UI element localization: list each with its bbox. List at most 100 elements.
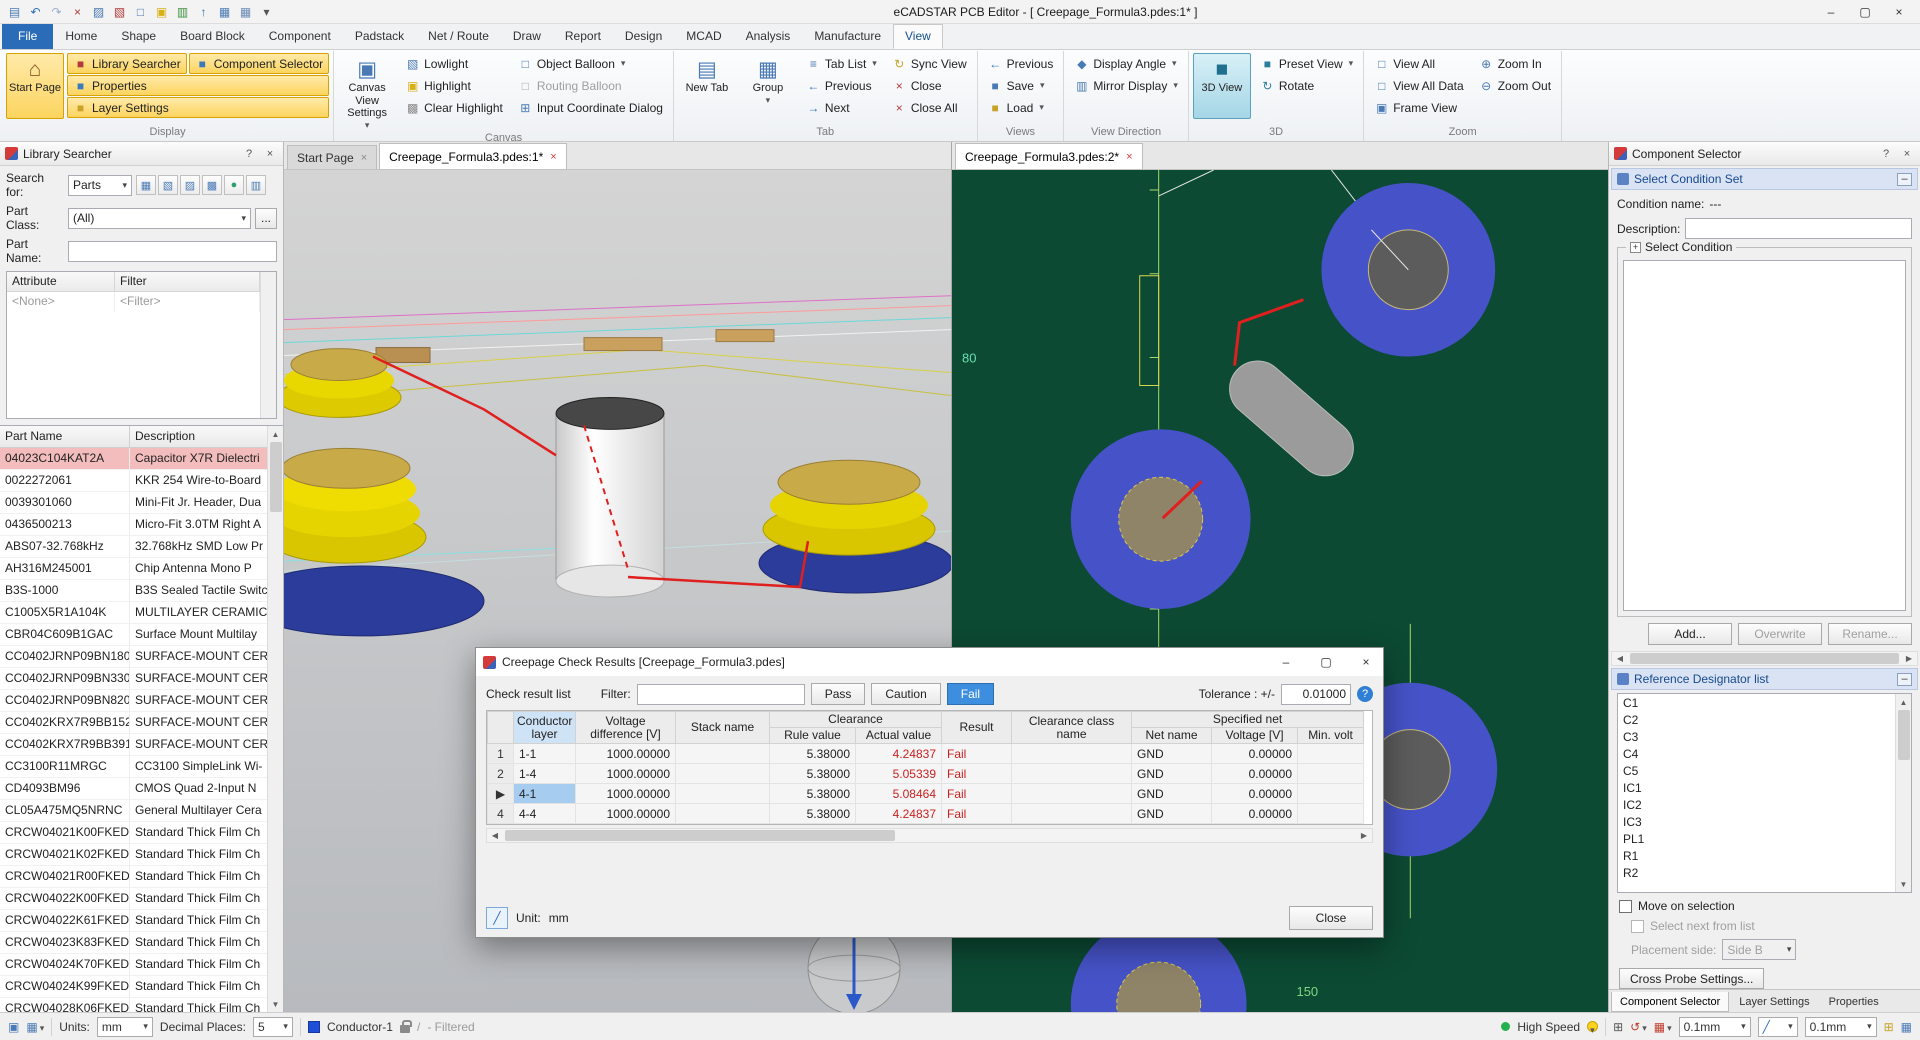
hscroll-thumb[interactable] [1630,653,1899,664]
part-row[interactable]: CRCW04021K02FKED Standard Thick Film Ch [0,844,267,866]
lock-icon[interactable] [400,1025,410,1033]
delete-icon[interactable]: × [67,2,88,21]
voltage-difference-header[interactable]: Voltage difference [V] [576,712,676,744]
part-row[interactable]: CC0402JRNP09BN330 SURFACE-MOUNT CER [0,668,267,690]
cross-probe-settings-button[interactable]: Cross Probe Settings... [1619,968,1764,989]
result-row-selected[interactable]: ▶ 4-1 1000.00000 5.38000 5.08464 Fail GN… [488,784,1364,804]
ribbon-tab[interactable]: Component [257,24,343,49]
pin-list-icon[interactable]: ▩ [202,175,222,195]
filter-column-header[interactable]: Filter [115,272,260,291]
undo-icon[interactable]: ↶ [25,2,46,21]
part-row[interactable]: 04023C104KAT2A Capacitor X7R Dielectri [0,448,267,470]
new-tab-button[interactable]: ▤ New Tab [678,53,736,119]
library-help-icon[interactable] [241,146,257,162]
part-row[interactable]: CC0402JRNP09BN180 SURFACE-MOUNT CER [0,646,267,668]
designator-item[interactable]: C3 [1618,729,1895,746]
dialog-help-icon[interactable]: ? [1357,686,1373,702]
save-view-button[interactable]: ■ Save [982,75,1060,96]
display-angle-button[interactable]: ◆ Display Angle [1068,53,1184,74]
redo-icon[interactable]: ↷ [46,2,67,21]
ribbon-tab[interactable]: Board Block [168,24,257,49]
collapse-ref-list-icon[interactable]: – [1897,673,1912,686]
designator-item[interactable]: C5 [1618,763,1895,780]
preset-view-button[interactable]: ■ Preset View [1254,53,1359,74]
part-row[interactable]: CRCW04021R00FKED Standard Thick Film Ch [0,866,267,888]
add-condition-button[interactable]: Add... [1648,623,1732,645]
scroll-right-icon[interactable] [1901,651,1917,667]
expand-condition-icon[interactable] [1630,242,1641,253]
draw-mode-combo[interactable]: ╱ [1758,1017,1798,1037]
actual-value-header[interactable]: Actual value [856,728,942,744]
tab-list-button[interactable]: ≡ Tab List [800,53,883,74]
close-tab-icon[interactable] [1126,151,1132,163]
close-tab-icon[interactable] [550,151,556,163]
previous-tab-button[interactable]: ← Previous [800,75,883,96]
tab-creepage-2[interactable]: Creepage_Formula3.pdes:2* [955,143,1143,169]
net-voltage-header[interactable]: Voltage [V] [1212,728,1298,744]
highlight-button[interactable]: ▣ Highlight [399,75,509,96]
stack-name-header[interactable]: Stack name [676,712,770,744]
part-row[interactable]: CD4093BM96 CMOS Quad 2-Input N [0,778,267,800]
mirror-display-button[interactable]: ▥ Mirror Display [1068,75,1184,96]
qat-menu-icon[interactable]: ▾ [256,2,277,21]
description-column-header[interactable]: Description [130,426,267,447]
start-page-button[interactable]: ⌂ Start Page [6,53,64,119]
tolerance-input[interactable]: 0.01000 [1281,684,1351,705]
part-row[interactable]: CRCW04021K00FKED Standard Thick Film Ch [0,822,267,844]
redraw-icon[interactable]: ↺ [1630,1020,1647,1034]
highlight-icon[interactable]: ▣ [151,2,172,21]
collapse-section-icon[interactable]: – [1897,173,1912,186]
part-row[interactable]: CBR04C609B1GAC Surface Mount Multilay [0,624,267,646]
part-row[interactable]: B3S-1000 B3S Sealed Tactile Switc [0,580,267,602]
ribbon-tab[interactable]: Net / Route [416,24,501,49]
grid-size-combo[interactable]: 0.1mm [1679,1017,1751,1037]
close-tab-button[interactable]: × Close [886,75,973,96]
ribbon-tab[interactable]: View [893,24,943,49]
next-tab-button[interactable]: → Next [800,97,883,118]
result-row[interactable]: 4 4-4 1000.00000 5.38000 4.24837 Fail GN… [488,804,1364,824]
scroll-up-icon[interactable] [1896,694,1912,710]
designator-item[interactable]: C4 [1618,746,1895,763]
designator-item[interactable]: C1 [1618,695,1895,712]
snap-size-combo[interactable]: 0.1mm [1805,1017,1877,1037]
net-name-header[interactable]: Net name [1132,728,1212,744]
ribbon-tab[interactable]: Manufacture [802,24,893,49]
part-row[interactable]: CC0402JRNP09BN820 SURFACE-MOUNT CER [0,690,267,712]
group-button[interactable]: ▦ Group [739,53,797,119]
part-row[interactable]: CRCW04028K06FKED Standard Thick Film Ch [0,998,267,1012]
part-row[interactable]: 0436500213 Micro-Fit 3.0TM Right A [0,514,267,536]
condition-list[interactable] [1623,260,1906,611]
results-hscrollbar[interactable] [486,828,1373,843]
report-icon[interactable]: ▥ [172,2,193,21]
panel-tab[interactable]: Layer Settings [1730,992,1818,1012]
dot-grid-icon[interactable]: ▦ [1901,1020,1912,1034]
scissors-icon[interactable]: ▨ [88,2,109,21]
rotate-button[interactable]: ↻ Rotate [1254,75,1359,96]
measure-icon[interactable]: ╱ [486,907,508,929]
scroll-down-icon[interactable] [1896,876,1912,892]
library-close-icon[interactable] [262,146,278,162]
expand-class-icon[interactable]: ▦ [136,175,156,195]
side-panel-icon[interactable]: ▥ [246,175,266,195]
result-row[interactable]: 1 1-1 1000.00000 5.38000 4.24837 Fail GN… [488,744,1364,764]
dialog-minimize-icon[interactable] [1269,651,1303,673]
3d-view-button[interactable]: ■ 3D View [1193,53,1251,119]
snap-grid-icon[interactable]: ⊞ [1884,1020,1894,1034]
decimal-places-combo[interactable]: 5 [253,1017,293,1037]
pass-filter-button[interactable]: Pass [811,683,866,705]
designator-item[interactable]: IC3 [1618,814,1895,831]
part-row[interactable]: C1005X5R1A104K MULTILAYER CERAMIC [0,602,267,624]
scroll-left-icon[interactable] [487,828,503,844]
error-check-icon[interactable]: ▧ [109,2,130,21]
ribbon-tab[interactable]: Report [553,24,613,49]
maximize-icon[interactable] [1848,1,1882,23]
part-row[interactable]: CC3100R11MRGC CC3100 SimpleLink Wi- [0,756,267,778]
grid-display-icon[interactable]: ⊞ [1613,1020,1623,1034]
attribute-scrollbar[interactable] [260,272,276,418]
canvas-view-settings-button[interactable]: ▣ Canvas View Settings [338,53,396,132]
ribbon-tab[interactable]: Design [613,24,674,49]
attribute-column-header[interactable]: Attribute [7,272,115,291]
ribbon-tab[interactable]: Analysis [734,24,803,49]
ribbon-tab[interactable]: MCAD [674,24,733,49]
component-selector-close-icon[interactable] [1899,146,1915,162]
